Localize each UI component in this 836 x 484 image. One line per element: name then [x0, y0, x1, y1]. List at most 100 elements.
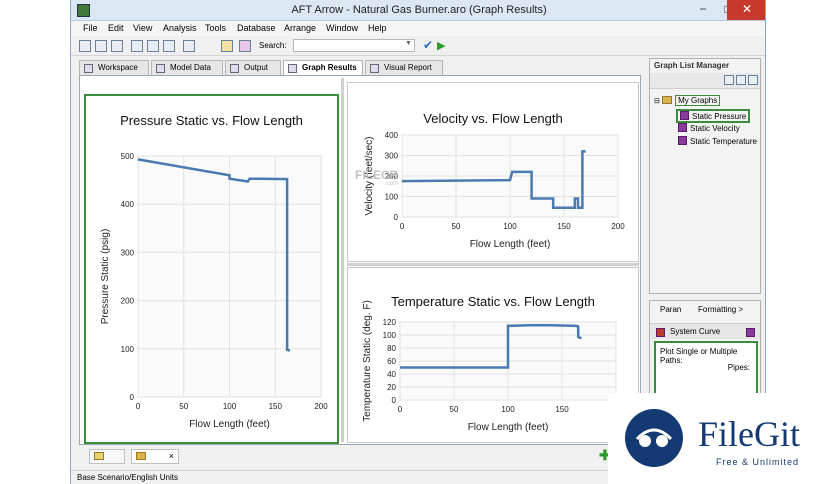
- search-label: Search:: [259, 41, 287, 50]
- tab-visual-report[interactable]: Visual Report: [365, 60, 443, 75]
- tab-output[interactable]: Output: [225, 60, 281, 75]
- delete-graph-icon[interactable]: [748, 75, 758, 85]
- tree-item-static-velocity[interactable]: Static Velocity: [678, 123, 740, 133]
- y-tick-label: 20: [387, 383, 396, 392]
- menu-tools[interactable]: Tools: [205, 23, 226, 33]
- graph-list-title: Graph List Manager: [654, 61, 730, 70]
- notes-icon[interactable]: [221, 40, 233, 52]
- check-icon[interactable]: ✔: [423, 38, 433, 52]
- menu-window[interactable]: Window: [326, 23, 358, 33]
- menu-arrange[interactable]: Arrange: [284, 23, 316, 33]
- y-tick-label: 40: [387, 370, 396, 379]
- chevron-down-icon[interactable]: ▼: [405, 40, 412, 47]
- y-tick-label: 400: [385, 131, 399, 140]
- menu-view[interactable]: View: [133, 23, 152, 33]
- system-curve-icon: [656, 328, 665, 337]
- save-icon[interactable]: [95, 40, 107, 52]
- graph-icon[interactable]: [746, 328, 755, 337]
- x-tick-label: 100: [223, 402, 237, 411]
- filegit-name: FileGit: [698, 414, 801, 454]
- status-text: Base Scenario/English Units: [77, 473, 178, 482]
- temperature-chart: 050100150200020406080100120Flow Length (…: [362, 300, 623, 433]
- graph-options-icon[interactable]: [736, 75, 746, 85]
- graph-panel-temperature[interactable]: Temperature Static vs. Flow Length 0 50 10…: [347, 267, 639, 443]
- graph-page-tab-1[interactable]: [89, 449, 125, 464]
- menu-file[interactable]: File: [83, 23, 98, 33]
- y-tick-label: 0: [394, 213, 399, 222]
- filegit-tagline: Free & Unlimited: [716, 457, 800, 467]
- graph-list-manager: Graph List Manager ⊟ My Graphs Static Pr…: [649, 58, 761, 294]
- menu-bar: File Edit View Analysis Tools Database A…: [71, 21, 765, 36]
- title-bar: AFT Arrow - Natural Gas Burner.aro (Grap…: [71, 0, 765, 21]
- tree-item-static-temperature[interactable]: Static Temperature: [678, 136, 757, 146]
- x-tick-label: 200: [314, 402, 328, 411]
- search-input[interactable]: [293, 39, 415, 52]
- minimize-button[interactable]: −: [690, 0, 716, 20]
- y-tick-label: 100: [383, 331, 397, 340]
- split-horizontal-icon[interactable]: [163, 40, 175, 52]
- y-tick-label: 0: [130, 393, 135, 402]
- visual-report-icon: [370, 64, 379, 73]
- tab-formatting[interactable]: Formatting >: [698, 305, 743, 314]
- menu-help[interactable]: Help: [368, 23, 387, 33]
- graph-list-toolbar: [650, 73, 760, 89]
- horizontal-splitter[interactable]: [347, 263, 639, 266]
- y-tick-label: 400: [121, 200, 135, 209]
- x-tick-label: 0: [136, 402, 141, 411]
- tree-root[interactable]: ⊟ My Graphs: [654, 95, 721, 106]
- tab-system-curve[interactable]: System Curve: [670, 327, 720, 336]
- graph-panel-pressure[interactable]: Pressure Static vs. Flow Length 0 50 100 15…: [84, 94, 339, 444]
- pipes-label: Pipes:: [727, 363, 750, 372]
- graph-page-tabs: × ✚: [79, 447, 641, 465]
- y-tick-label: 0: [392, 396, 397, 405]
- graph-icon: [680, 111, 689, 120]
- x-tick-label: 0: [398, 405, 403, 414]
- flask-icon[interactable]: [239, 40, 251, 52]
- graph-icon: [678, 136, 687, 145]
- print-icon[interactable]: [111, 40, 123, 52]
- graph-icon: [288, 64, 297, 73]
- run-icon[interactable]: ▶: [437, 39, 445, 52]
- close-button[interactable]: ✕: [727, 0, 765, 20]
- page-icon: [94, 452, 104, 460]
- x-tick-label: 50: [450, 405, 459, 414]
- x-tick-label: 100: [501, 405, 515, 414]
- tab-parameters[interactable]: Paran: [660, 305, 681, 314]
- open-icon[interactable]: [79, 40, 91, 52]
- y-tick-label: 100: [385, 193, 399, 202]
- workspace-icon: [84, 64, 93, 73]
- menu-analysis[interactable]: Analysis: [163, 23, 197, 33]
- graph-page-tab-2[interactable]: ×: [131, 449, 179, 464]
- x-tick-label: 100: [503, 222, 517, 231]
- tree-item-static-pressure[interactable]: Static Pressure: [676, 109, 751, 123]
- close-tab-icon[interactable]: ×: [169, 451, 174, 461]
- y-axis-label: Temperature Static (deg. F): [362, 300, 373, 422]
- control-tabs: Paran Formatting >: [650, 303, 760, 318]
- tab-workspace[interactable]: Workspace: [79, 60, 149, 75]
- tab-graph-results[interactable]: Graph Results: [283, 60, 363, 75]
- toolbar: Search: ▼ ✔ ▶: [71, 36, 765, 56]
- collapse-icon[interactable]: ⊟: [654, 98, 660, 105]
- menu-edit[interactable]: Edit: [108, 23, 124, 33]
- filecr-watermark: FILECR: [355, 168, 399, 182]
- system-curve-row: System Curve: [650, 323, 760, 339]
- y-tick-label: 100: [121, 345, 135, 354]
- x-tick-label: 0: [400, 222, 405, 231]
- window-icon[interactable]: [183, 40, 195, 52]
- layout-icon[interactable]: [131, 40, 143, 52]
- tab-model-data[interactable]: Model Data: [151, 60, 223, 75]
- menu-database[interactable]: Database: [237, 23, 276, 33]
- filecr-watermark-sub: .com: [385, 181, 399, 187]
- vertical-splitter[interactable]: [341, 78, 344, 442]
- window-title: AFT Arrow - Natural Gas Burner.aro (Grap…: [291, 4, 547, 16]
- x-axis-label: Flow Length (feet): [189, 419, 270, 430]
- x-tick-label: 150: [555, 405, 569, 414]
- new-graph-icon[interactable]: [724, 75, 734, 85]
- output-icon: [230, 64, 239, 73]
- x-tick-label: 150: [557, 222, 571, 231]
- y-tick-label: 80: [387, 344, 396, 353]
- page-icon: [136, 452, 146, 460]
- x-axis-label: Flow Length (feet): [468, 422, 549, 433]
- model-data-icon: [156, 64, 165, 73]
- split-vertical-icon[interactable]: [147, 40, 159, 52]
